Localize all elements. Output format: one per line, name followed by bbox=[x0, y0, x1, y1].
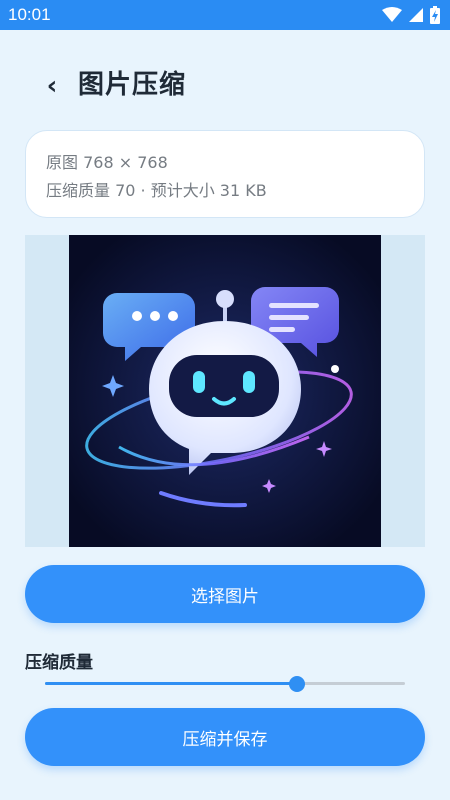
image-preview-area bbox=[25, 235, 425, 547]
page-title: 图片压缩 bbox=[78, 70, 187, 100]
chevron-left-icon: ‹ bbox=[46, 71, 58, 101]
compress-save-button[interactable]: 压缩并保存 bbox=[25, 708, 425, 766]
back-button[interactable]: ‹ bbox=[38, 71, 66, 101]
status-bar: 10:01 bbox=[0, 0, 450, 30]
image-info-card: 原图 768 × 768 压缩质量 70 · 预计大小 31 KB bbox=[25, 130, 425, 218]
status-icons bbox=[382, 6, 440, 24]
status-time: 10:01 bbox=[8, 5, 51, 24]
compression-estimate-text: 压缩质量 70 · 预计大小 31 KB bbox=[46, 181, 267, 200]
header: ‹ 图片压缩 bbox=[0, 58, 450, 108]
quality-slider[interactable] bbox=[45, 676, 405, 692]
wifi-icon bbox=[382, 7, 402, 22]
slider-thumb[interactable] bbox=[289, 676, 305, 692]
signal-icon bbox=[409, 8, 423, 22]
slider-fill bbox=[45, 682, 297, 685]
preview-image bbox=[69, 235, 381, 547]
battery-charging-icon bbox=[430, 6, 440, 24]
original-size-text: 原图 768 × 768 bbox=[46, 153, 168, 172]
select-image-button[interactable]: 选择图片 bbox=[25, 565, 425, 623]
quality-label: 压缩质量 bbox=[25, 653, 93, 673]
robot-chat-illustration bbox=[69, 235, 381, 547]
